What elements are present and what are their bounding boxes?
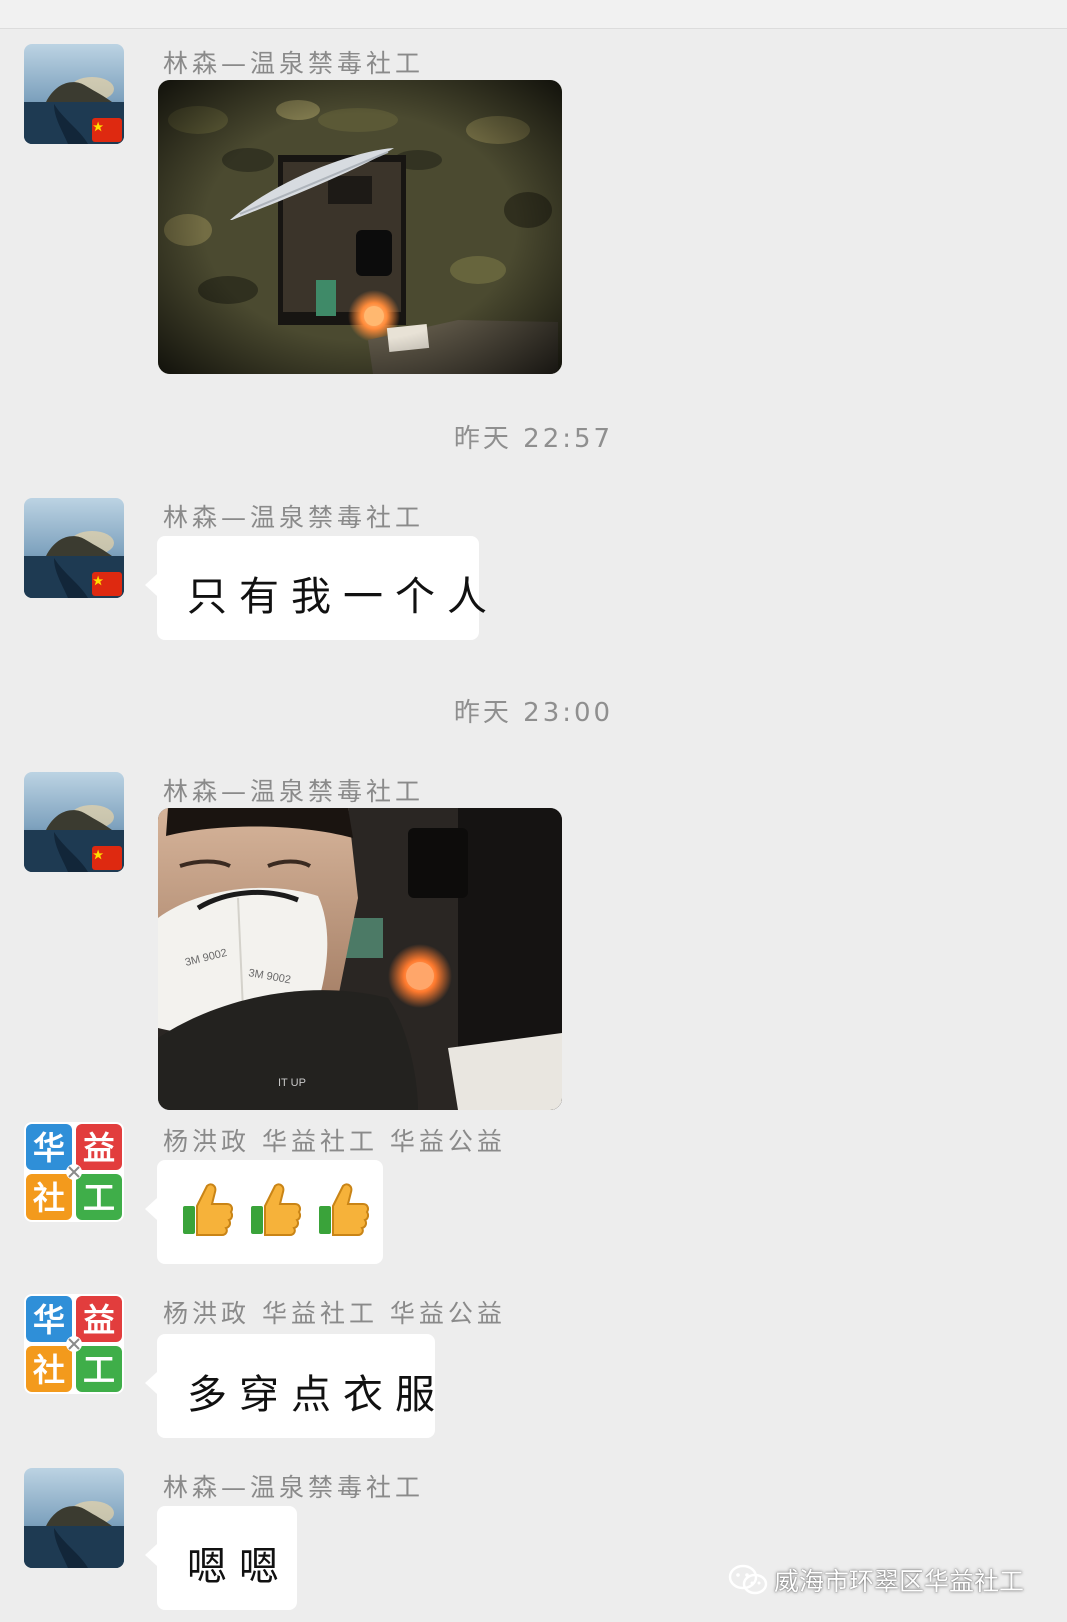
china-flag-icon <box>92 846 122 870</box>
sender-name: 杨洪政 华益社工 华益公益 <box>163 1299 506 1328</box>
avatar[interactable]: 华 益 社 工 <box>24 1122 124 1222</box>
svg-text:工: 工 <box>83 1179 115 1217</box>
account-watermark: 威海市环翠区华益社工 <box>728 1558 1024 1602</box>
message-text: 只有我一个人 <box>187 574 499 620</box>
island-avatar-icon <box>24 1468 124 1568</box>
selfie-photo[interactable]: 3M 9002 3M 9002 IT UP <box>158 808 562 1110</box>
avatar[interactable]: 华 益 社 工 <box>24 1294 124 1394</box>
svg-text:社: 社 <box>33 1179 65 1217</box>
tent-interior-photo[interactable] <box>158 80 562 374</box>
svg-text:华: 华 <box>33 1129 65 1167</box>
thumbs-up-icon <box>251 1183 301 1236</box>
wechat-icon <box>728 1564 768 1595</box>
sender-name: 林森—温泉禁毒社工 <box>163 1473 425 1502</box>
svg-text:工: 工 <box>83 1351 115 1389</box>
thumbs-up-icon <box>319 1183 369 1236</box>
message-bubble[interactable]: 只有我一个人 <box>145 536 499 640</box>
svg-text:华: 华 <box>33 1301 65 1339</box>
avatar[interactable] <box>24 498 124 598</box>
svg-text:益: 益 <box>83 1301 115 1339</box>
message-text: 多穿点衣服 <box>187 1372 447 1418</box>
status-bar <box>0 0 1067 29</box>
svg-text:IT UP: IT UP <box>278 1077 306 1089</box>
china-flag-icon <box>92 118 122 142</box>
chat-message-list[interactable]: 林森—温泉禁毒社工 昨天 22:57 林森—温泉禁毒社工 只有我一个人 昨天 2… <box>0 28 1067 1622</box>
timestamp: 昨天 23:00 <box>453 698 614 728</box>
message-text: 嗯嗯 <box>187 1544 291 1590</box>
watermark-text: 威海市环翠区华益社工 <box>774 1567 1025 1596</box>
avatar[interactable] <box>24 1468 124 1568</box>
sender-name: 杨洪政 华益社工 华益公益 <box>163 1127 506 1156</box>
sender-name: 林森—温泉禁毒社工 <box>163 777 425 806</box>
sender-name: 林森—温泉禁毒社工 <box>163 503 425 532</box>
huayi-logo-icon: 华 益 社 工 <box>24 1122 124 1222</box>
emoji-row <box>181 1182 383 1238</box>
avatar[interactable] <box>24 772 124 872</box>
message-bubble[interactable]: 嗯嗯 <box>145 1506 297 1610</box>
sender-name: 林森—温泉禁毒社工 <box>163 49 425 78</box>
message-bubble[interactable] <box>145 1160 383 1264</box>
message-bubble[interactable]: 多穿点衣服 <box>145 1334 447 1438</box>
svg-text:益: 益 <box>83 1129 115 1167</box>
china-flag-icon <box>92 572 122 596</box>
timestamp: 昨天 22:57 <box>453 424 614 454</box>
thumbs-up-icon <box>183 1183 233 1236</box>
avatar[interactable] <box>24 44 124 144</box>
svg-text:社: 社 <box>33 1351 65 1389</box>
huayi-logo-icon: 华 益 社 工 <box>24 1294 124 1394</box>
